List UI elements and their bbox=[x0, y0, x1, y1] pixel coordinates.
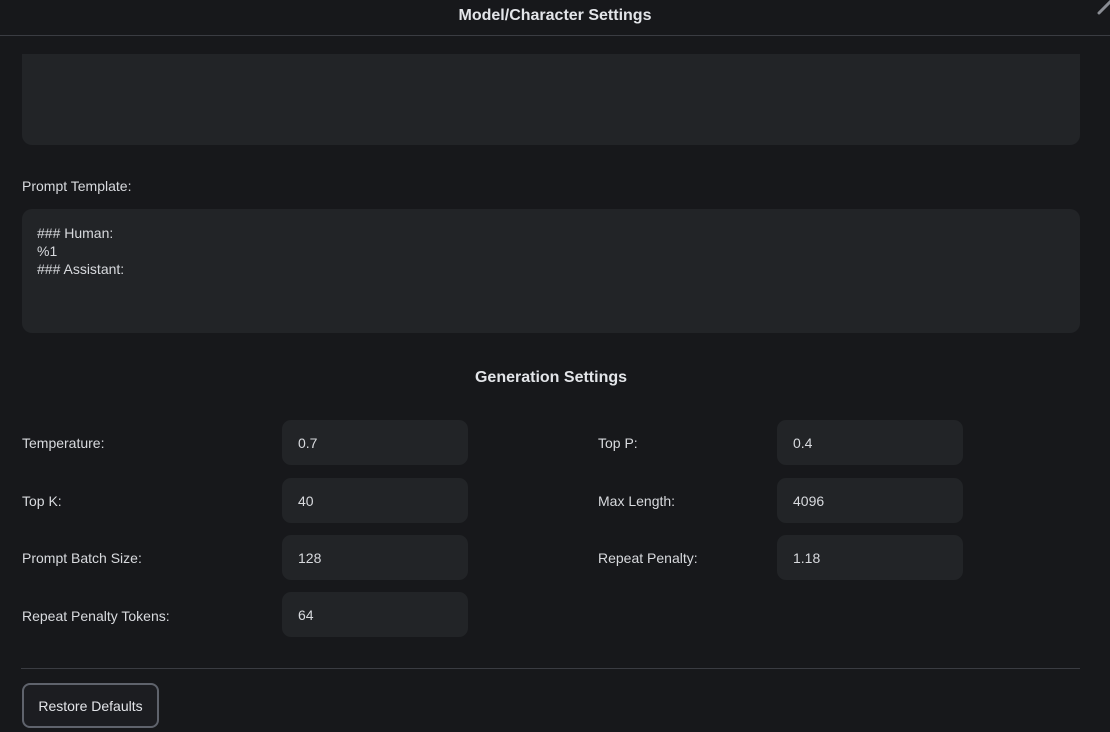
prompt-batch-size-input[interactable]: 128 bbox=[282, 535, 468, 580]
template-line: ### Assistant: bbox=[37, 261, 125, 277]
settings-dialog: Model/Character Settings Prompt Template… bbox=[0, 0, 1110, 732]
generation-settings-title: Generation Settings bbox=[474, 369, 628, 386]
dialog-header: Model/Character Settings bbox=[0, 0, 1110, 36]
prompt-template-textarea[interactable]: ### Human: %1 ### Assistant: bbox=[22, 209, 1080, 333]
repeat-penalty-tokens-input[interactable]: 64 bbox=[282, 592, 468, 637]
template-line: %1 bbox=[37, 243, 58, 259]
repeat-penalty-tokens-label: Repeat Penalty Tokens: bbox=[22, 608, 170, 624]
footer-divider bbox=[21, 668, 1080, 669]
restore-defaults-button[interactable]: Restore Defaults bbox=[22, 683, 159, 728]
max-length-label: Max Length: bbox=[598, 493, 676, 509]
temperature-input[interactable]: 0.7 bbox=[282, 420, 468, 465]
top-p-label: Top P: bbox=[598, 435, 638, 451]
temperature-label: Temperature: bbox=[22, 435, 105, 451]
top-p-input[interactable]: 0.4 bbox=[777, 420, 963, 465]
prompt-batch-size-label: Prompt Batch Size: bbox=[22, 550, 142, 566]
system-prompt-textarea[interactable] bbox=[22, 54, 1080, 145]
template-line: ### Human: bbox=[37, 225, 114, 241]
prompt-template-label: Prompt Template: bbox=[22, 178, 132, 194]
repeat-penalty-input[interactable]: 1.18 bbox=[777, 535, 963, 580]
top-k-input[interactable]: 40 bbox=[282, 478, 468, 523]
dialog-title: Model/Character Settings bbox=[458, 6, 652, 24]
repeat-penalty-label: Repeat Penalty: bbox=[598, 550, 698, 566]
top-k-label: Top K: bbox=[22, 493, 62, 509]
max-length-input[interactable]: 4096 bbox=[777, 478, 963, 523]
close-icon[interactable] bbox=[1096, 0, 1110, 16]
